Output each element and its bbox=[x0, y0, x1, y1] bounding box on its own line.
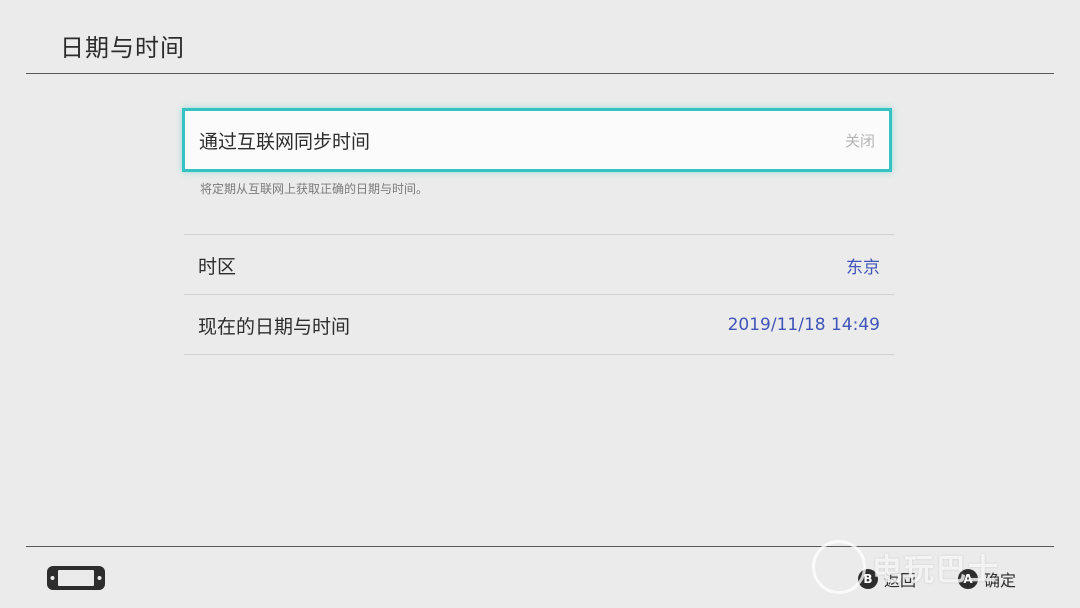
list-divider bbox=[184, 294, 894, 295]
current-datetime-label: 现在的日期与时间 bbox=[198, 315, 351, 338]
watermark-text: 电玩巴士 bbox=[872, 553, 1000, 588]
sync-internet-time-row[interactable]: 通过互联网同步时间 关闭 bbox=[182, 108, 892, 172]
sync-internet-time-label: 通过互联网同步时间 bbox=[199, 130, 371, 153]
sync-description: 将定期从互联网上获取正确的日期与时间。 bbox=[200, 182, 429, 196]
sync-internet-time-value: 关闭 bbox=[844, 131, 875, 150]
current-datetime-value: 2019/11/18 14:49 bbox=[727, 315, 880, 335]
watermark-logo-icon bbox=[812, 540, 866, 594]
page-title: 日期与时间 bbox=[60, 34, 185, 62]
timezone-value: 东京 bbox=[846, 257, 880, 278]
switch-console-icon bbox=[47, 566, 105, 590]
current-datetime-row[interactable]: 现在的日期与时间 2019/11/18 14:49 bbox=[184, 296, 894, 354]
timezone-label: 时区 bbox=[198, 255, 237, 278]
list-divider bbox=[184, 354, 894, 355]
timezone-row[interactable]: 时区 东京 bbox=[184, 236, 894, 294]
header-divider bbox=[26, 73, 1054, 74]
list-divider bbox=[184, 234, 894, 235]
watermark: 电玩巴士 bbox=[812, 540, 1000, 594]
